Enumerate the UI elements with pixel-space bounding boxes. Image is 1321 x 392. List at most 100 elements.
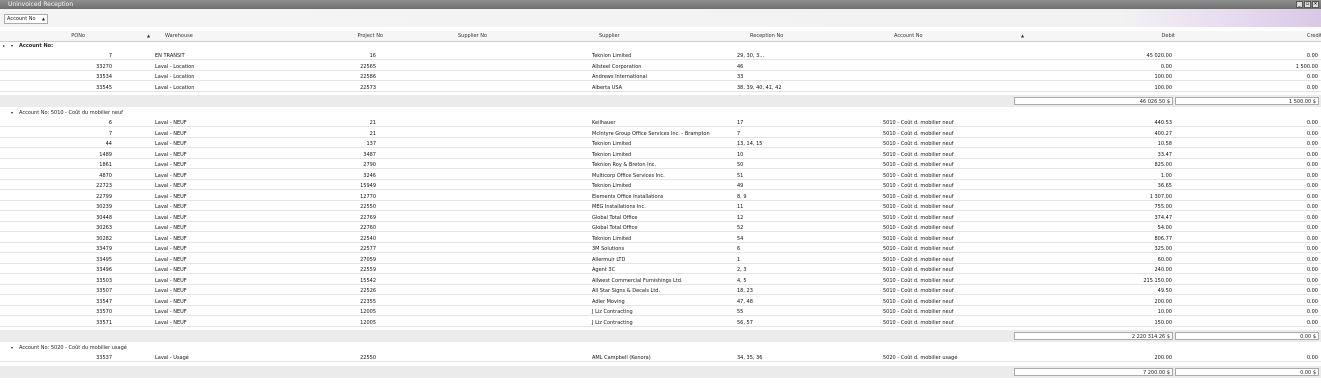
column-header-debit[interactable]: Debit xyxy=(1162,33,1175,39)
cell-project: 22559 xyxy=(360,267,376,273)
cell-supplier: Global Total Office xyxy=(592,214,638,221)
cell-po: 33503 xyxy=(96,277,112,284)
cell-supplier: Elements Office Installations xyxy=(592,193,664,200)
table-row[interactable]: 7 Laval - NEUF 21 McIntyre Group Office Ser… xyxy=(0,130,1321,138)
cell-supplier: Allsteel Corporation xyxy=(592,63,642,70)
table-row[interactable]: 33270 Laval - Location 22565 Allsteel Corpo… xyxy=(0,63,1321,71)
table-row[interactable]: 1861 Laval - NEUF 2790 Teknion Roy & Breton… xyxy=(0,161,1321,169)
cell-debit: 45 020.00 xyxy=(1146,53,1172,59)
group-summary-row: 7 200.00 $ 0.00 $ xyxy=(0,365,1321,378)
cell-credit: 0.00 xyxy=(1306,53,1318,59)
cell-debit: 150.00 xyxy=(1154,319,1173,326)
table-row[interactable]: 33571 Laval - NEUF 12005 J Liz Contracting 5… xyxy=(0,319,1321,327)
restore-icon[interactable]: ▫ xyxy=(1304,1,1311,8)
cell-warehouse: Laval - NEUF xyxy=(155,298,187,305)
cell-debit: 49.50 xyxy=(1157,288,1172,294)
total-debit: 7 200.00 $ xyxy=(1142,369,1170,376)
sort-icon[interactable]: ▲ xyxy=(147,33,150,38)
cell-credit: 0.00 xyxy=(1306,183,1318,189)
cell-account: 5010 - Coût d. mobilier neuf xyxy=(883,235,954,242)
cell-account: 5010 - Coût d. mobilier neuf xyxy=(883,172,954,179)
cell-warehouse: EN TRANSIT xyxy=(155,53,185,59)
column-header-project[interactable]: Project No xyxy=(358,33,384,39)
table-row[interactable]: 33503 Laval - NEUF 15542 Allwest Commercial… xyxy=(0,277,1321,285)
cell-debit: 0.00 xyxy=(1160,63,1172,70)
table-row[interactable]: 22799 Laval - NEUF 12770 Elements Office In… xyxy=(0,193,1321,201)
column-header-supplier[interactable]: Supplier xyxy=(599,33,620,39)
expand-arrow-icon[interactable]: ▾ xyxy=(11,345,13,350)
sort-icon[interactable]: ▲ xyxy=(1021,33,1024,38)
cell-warehouse: Laval - NEUF xyxy=(155,319,187,326)
cell-po: 6 xyxy=(108,120,112,126)
table-row[interactable]: 33545 Laval - Location 22573 Alberta USA 38,… xyxy=(0,84,1321,92)
cell-warehouse: Laval - NEUF xyxy=(155,256,187,263)
cell-project: 137 xyxy=(366,141,376,147)
table-row[interactable]: 30263 Laval - NEUF 22760 Global Total Offic… xyxy=(0,224,1321,232)
table-row[interactable]: 44 Laval - NEUF 137 Teknion Limited 13, 14, … xyxy=(0,140,1321,148)
cell-account: 5010 - Coût d. mobilier neuf xyxy=(883,193,954,200)
group-header-row[interactable]: ▾ ▸ Account No: xyxy=(0,42,1321,50)
cell-credit: 0.00 xyxy=(1306,120,1318,126)
table-row[interactable]: 33479 Laval - NEUF 22577 3M Solutions 6 5010 … xyxy=(0,245,1321,253)
table-row[interactable]: 33534 Laval - Location 22586 Andrews Intern… xyxy=(0,73,1321,81)
cell-supplier: Teknion Limited xyxy=(592,183,632,189)
cell-po: 1489 xyxy=(99,151,112,158)
cell-account: 5010 - Coût d. mobilier neuf xyxy=(883,309,954,315)
cell-warehouse: Laval - NEUF xyxy=(155,267,187,273)
cell-account: 5010 - Coût d. mobilier neuf xyxy=(883,214,954,221)
table-row[interactable]: 33570 Laval - NEUF 12005 J Liz Contracting 5… xyxy=(0,308,1321,316)
column-header-supplierno[interactable]: Supplier No xyxy=(458,33,487,39)
table-row[interactable]: 22723 Laval - NEUF 15949 Teknion Limited 49 5… xyxy=(0,182,1321,190)
table-row[interactable]: 33496 Laval - NEUF 22559 Agent 3C 2, 3 5010 -… xyxy=(0,266,1321,274)
table-row[interactable]: 7 EN TRANSIT 16 Teknion Limited 29, 30, 3… 45… xyxy=(0,52,1321,60)
cell-reception: 29, 30, 3… xyxy=(737,53,765,59)
table-row[interactable]: 33507 Laval - NEUF 22526 All Star Signs & D… xyxy=(0,287,1321,295)
cell-po: 30263 xyxy=(96,225,112,231)
cell-credit: 0.00 xyxy=(1306,151,1318,158)
column-header-account[interactable]: Account No xyxy=(894,33,923,39)
cell-account: 5010 - Coût d. mobilier neuf xyxy=(883,246,954,252)
cell-warehouse: Laval - NEUF xyxy=(155,235,187,242)
table-row[interactable]: 6 Laval - NEUF 21 Keilhauer 17 5010 - Coût d.… xyxy=(0,119,1321,127)
group-panel xyxy=(0,9,1321,27)
table-row[interactable]: 1489 Laval - NEUF 3487 Teknion Limited 10 501… xyxy=(0,151,1321,159)
cell-project: 3246 xyxy=(363,172,376,179)
cell-reception: 11 xyxy=(737,204,744,210)
cell-project: 12005 xyxy=(360,309,376,315)
group-header-row[interactable]: ▾ Account No: 5010 - Coût du mobilier neu… xyxy=(0,109,1321,117)
cell-debit: 100.00 xyxy=(1154,84,1173,91)
table-row[interactable]: 30239 Laval - NEUF 22550 MEG Installations … xyxy=(0,203,1321,211)
cell-debit: 1.00 xyxy=(1160,172,1172,179)
table-row[interactable]: 30282 Laval - NEUF 22540 Teknion Limited 54 5… xyxy=(0,235,1321,243)
cell-warehouse: Laval - NEUF xyxy=(155,214,187,221)
column-header-po[interactable]: PONo xyxy=(71,33,85,39)
group-header-row[interactable]: ▾ Account No: 5020 - Coût du mobilier usa… xyxy=(0,344,1321,352)
cell-debit: 325.00 xyxy=(1154,246,1173,252)
table-row[interactable]: 33537 Laval - Usagé 22550 AML Campbell (Ken… xyxy=(0,354,1321,362)
total-credit: 0.00 $ xyxy=(1300,369,1316,376)
expand-arrow-icon[interactable]: ▾ xyxy=(11,43,13,48)
cell-po: 33534 xyxy=(96,74,112,80)
cell-project: 22573 xyxy=(360,84,376,91)
total-credit-box: 0.00 $ xyxy=(1175,367,1319,376)
minimize-icon[interactable]: _ xyxy=(1296,1,1303,8)
cell-reception: 6 xyxy=(737,246,741,252)
cell-supplier: Teknion Limited xyxy=(592,235,632,242)
column-header-warehouse[interactable]: Warehouse xyxy=(165,33,193,39)
total-credit-box: 1 500.00 $ xyxy=(1175,97,1319,105)
cell-reception: 46 xyxy=(737,63,744,70)
expand-arrow-icon[interactable]: ▾ xyxy=(11,110,13,115)
column-header-reception[interactable]: Reception No xyxy=(750,33,783,39)
group-by-chip[interactable]: Account No ▲ xyxy=(4,14,48,24)
group-title: Account No: 5020 - Coût du mobilier usag… xyxy=(19,345,127,351)
table-row[interactable]: 4870 Laval - NEUF 3246 Multicorp Office Ser… xyxy=(0,172,1321,180)
table-row[interactable]: 33547 Laval - NEUF 22355 Adler Moving 47, 48… xyxy=(0,298,1321,306)
cell-project: 15949 xyxy=(360,183,376,189)
column-header-credit[interactable]: Credit xyxy=(1307,33,1321,39)
table-row[interactable]: 30448 Laval - NEUF 22769 Global Total Offic… xyxy=(0,214,1321,222)
cell-debit: 200.00 xyxy=(1154,355,1173,361)
table-row[interactable]: 33495 Laval - NEUF 27059 Allermuir LTD 1 5010… xyxy=(0,256,1321,264)
close-icon[interactable]: × xyxy=(1312,1,1319,8)
cell-credit: 0.00 xyxy=(1306,193,1318,200)
cell-credit: 0.00 xyxy=(1306,141,1318,147)
